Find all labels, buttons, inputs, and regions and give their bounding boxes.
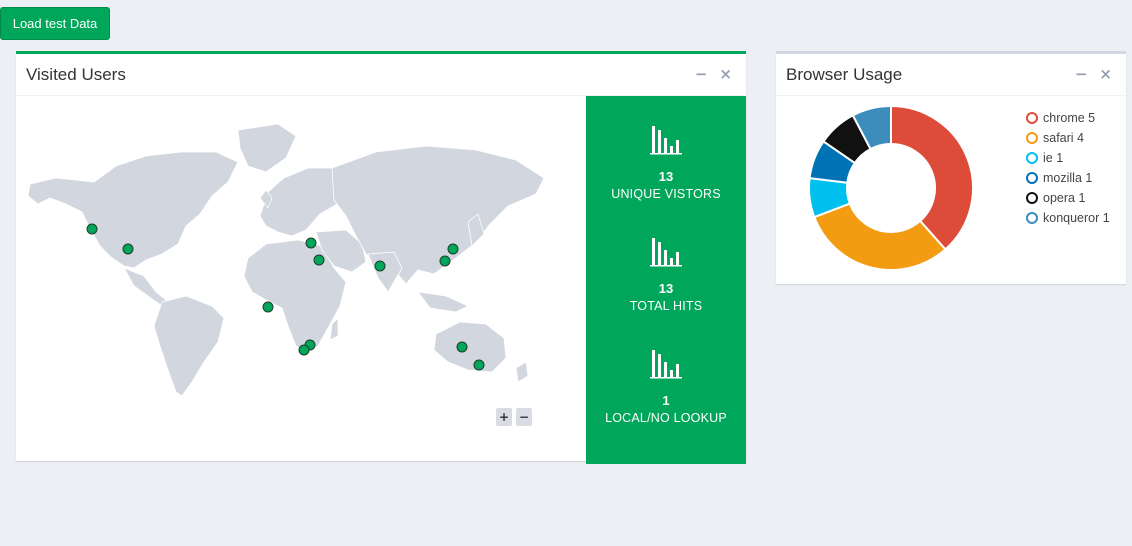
legend-circle-icon	[1026, 132, 1038, 144]
total-hits-stat: 13 TOTAL HITS	[586, 236, 746, 313]
central-america-shape	[123, 267, 167, 307]
greenland-shape	[237, 123, 297, 173]
visitor-marker[interactable]	[305, 237, 317, 249]
visitor-marker[interactable]	[122, 243, 134, 255]
visitor-marker[interactable]	[86, 223, 98, 235]
indonesia-shape	[417, 291, 469, 313]
legend-item[interactable]: opera 1	[1026, 188, 1110, 208]
world-map[interactable]: + −	[16, 96, 586, 464]
local-lookup-value: 1	[662, 393, 670, 408]
visited-users-tools: − ×	[695, 67, 732, 82]
donut-slice-chrome[interactable]	[890, 104, 974, 251]
new-zealand-shape	[515, 361, 529, 383]
stats-panel: 13 UNIQUE VISTORS 13 TOTAL HITS 1 LOCAL/…	[586, 96, 746, 464]
close-button[interactable]: ×	[719, 67, 732, 82]
visitor-marker[interactable]	[456, 341, 468, 353]
bar-chart-icon	[650, 350, 682, 379]
zoom-out-button[interactable]: −	[516, 408, 532, 426]
bar-chart-icon	[650, 238, 682, 267]
legend-item[interactable]: mozilla 1	[1026, 168, 1110, 188]
legend-label: chrome 5	[1043, 111, 1096, 125]
zoom-in-button[interactable]: +	[496, 408, 512, 426]
load-test-data-button[interactable]: Load test Data	[0, 7, 110, 40]
visitor-marker[interactable]	[313, 254, 325, 266]
browser-usage-tools: − ×	[1075, 67, 1112, 82]
bar-chart-icon	[650, 126, 682, 155]
visitor-marker[interactable]	[439, 255, 451, 267]
legend-label: mozilla 1	[1043, 171, 1093, 185]
visitor-marker[interactable]	[298, 344, 310, 356]
total-hits-value: 13	[658, 281, 674, 296]
visited-users-box: Visited Users − × + − 13 UNIQUE VISTORS …	[16, 51, 746, 464]
visited-users-title: Visited Users	[26, 64, 126, 84]
visitor-marker[interactable]	[447, 243, 459, 255]
legend-item[interactable]: safari 4	[1026, 128, 1110, 148]
visited-users-header: Visited Users − ×	[16, 54, 746, 96]
browser-legend: chrome 5 safari 4 ie 1 mozilla 1 opera 1 konq…	[1026, 108, 1110, 228]
unique-visitors-stat: 13 UNIQUE VISTORS	[586, 124, 746, 201]
minimize-button[interactable]: −	[1075, 67, 1088, 82]
minimize-button[interactable]: −	[695, 67, 708, 82]
browser-donut-chart	[808, 104, 974, 271]
legend-circle-icon	[1026, 192, 1038, 204]
legend-circle-icon	[1026, 112, 1038, 124]
legend-item[interactable]: chrome 5	[1026, 108, 1110, 128]
local-lookup-stat: 1 LOCAL/NO LOOKUP	[586, 348, 746, 425]
legend-circle-icon	[1026, 172, 1038, 184]
legend-item[interactable]: konqueror 1	[1026, 208, 1110, 228]
visitor-marker[interactable]	[262, 301, 274, 313]
visitor-marker[interactable]	[473, 359, 485, 371]
local-lookup-label: LOCAL/NO LOOKUP	[605, 411, 727, 425]
browser-usage-header: Browser Usage − ×	[776, 54, 1126, 96]
legend-item[interactable]: ie 1	[1026, 148, 1110, 168]
legend-label: opera 1	[1043, 191, 1086, 205]
legend-label: ie 1	[1043, 151, 1064, 165]
browser-usage-box: Browser Usage − × chrome 5 safari 4 ie 1 mo…	[776, 51, 1126, 284]
legend-circle-icon	[1026, 152, 1038, 164]
legend-label: safari 4	[1043, 131, 1084, 145]
close-button[interactable]: ×	[1099, 67, 1112, 82]
visitor-marker[interactable]	[374, 260, 386, 272]
unique-visitors-value: 13	[658, 169, 674, 184]
unique-visitors-label: UNIQUE VISTORS	[611, 187, 721, 201]
south-america-shape	[153, 295, 225, 397]
total-hits-label: TOTAL HITS	[629, 299, 703, 313]
india-shape	[367, 251, 403, 293]
australia-shape	[433, 321, 507, 373]
legend-circle-icon	[1026, 212, 1038, 224]
legend-label: konqueror 1	[1043, 211, 1110, 225]
browser-usage-title: Browser Usage	[786, 64, 903, 84]
